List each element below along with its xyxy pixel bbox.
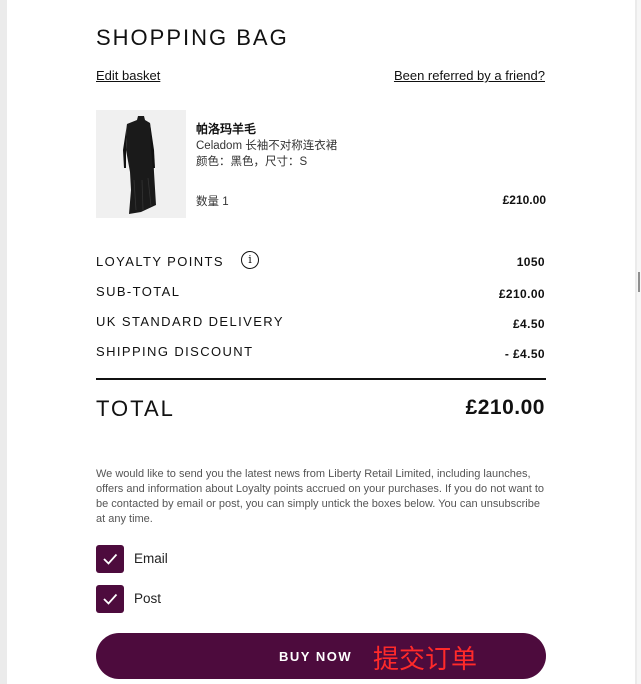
product-quantity: 数量 1 — [196, 196, 229, 208]
buy-now-label: BUY NOW — [279, 649, 353, 664]
product-price: £210.00 — [502, 193, 546, 207]
product-brand: 帕洛玛羊毛 — [196, 122, 257, 136]
subtotal-value: £210.00 — [498, 287, 545, 301]
marketing-consent-text: We would like to send you the latest new… — [96, 468, 545, 525]
product-name: Celadom 长袖不对称连衣裙 — [196, 140, 338, 152]
delivery-value: £4.50 — [512, 317, 545, 331]
shipping-discount-label: SHIPPING DISCOUNT — [96, 344, 254, 359]
black-dress-icon — [123, 116, 156, 214]
referral-link[interactable]: Been referred by a friend? — [394, 68, 545, 83]
shipping-discount-value: - £4.50 — [504, 347, 545, 361]
product-options: 颜色：黑色，尺寸：S — [196, 156, 308, 168]
delivery-label: UK STANDARD DELIVERY — [96, 314, 284, 329]
loyalty-points-label: LOYALTY POINTS — [96, 254, 224, 269]
checkout-panel — [7, 0, 635, 684]
submit-order-annotation: 提交订单 — [373, 644, 478, 674]
checkmark-icon — [103, 553, 118, 565]
email-checkbox[interactable] — [96, 545, 124, 573]
post-checkbox[interactable] — [96, 585, 124, 613]
post-checkbox-label[interactable]: Post — [134, 591, 161, 606]
subtotal-label: SUB-TOTAL — [96, 284, 181, 299]
page-title: SHOPPING BAG — [96, 25, 289, 50]
scrollbar-track[interactable] — [637, 0, 641, 684]
product-image[interactable] — [96, 110, 186, 218]
buy-now-button[interactable]: BUY NOW 提交订单 — [96, 633, 546, 679]
scrollbar-thumb[interactable] — [638, 272, 640, 292]
edit-basket-link[interactable]: Edit basket — [96, 68, 160, 83]
email-checkbox-label[interactable]: Email — [134, 551, 168, 566]
total-value: £210.00 — [465, 396, 545, 419]
total-divider — [96, 378, 546, 380]
loyalty-points-value: 1050 — [516, 255, 545, 269]
checkmark-icon — [103, 593, 118, 605]
total-label: TOTAL — [96, 396, 175, 421]
info-icon[interactable]: i — [241, 251, 259, 269]
